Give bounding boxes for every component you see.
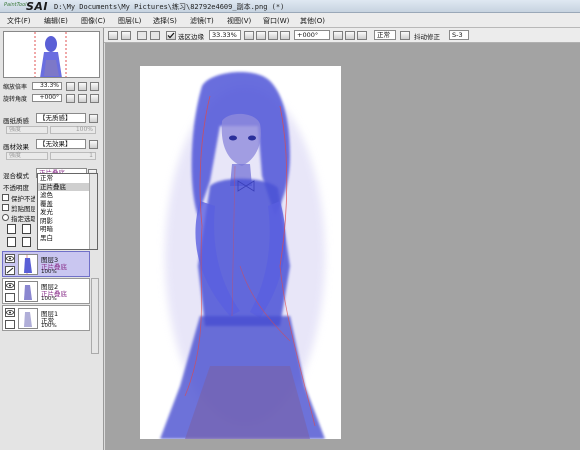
selection-source-label: 指定选取来源: [11, 215, 35, 223]
layer-opacity: 100%: [41, 323, 57, 329]
new-layer-icon[interactable]: [7, 224, 16, 234]
eye-icon[interactable]: [5, 281, 15, 290]
menu-view[interactable]: 视图(V): [227, 16, 251, 26]
effect-mode-value: 1: [50, 152, 96, 160]
menu-layer[interactable]: 图层(L): [118, 16, 141, 26]
zoom-label: 缩放倍率: [3, 84, 28, 91]
eye-icon[interactable]: [5, 254, 15, 263]
angle-label: 旋转角度: [3, 96, 28, 103]
clip-mask-checkbox[interactable]: [2, 204, 9, 211]
menu-edit[interactable]: 编辑(E): [44, 16, 68, 26]
protect-opacity-label: 保护不透明度: [11, 195, 35, 203]
layer-thumbnail: [18, 254, 38, 275]
zoom-box[interactable]: 33.33%: [209, 30, 241, 40]
window-title: D:\My Documents\My Pictures\练习\82792e460…: [54, 3, 285, 11]
rotate-right-icon[interactable]: [345, 31, 355, 40]
canvas-toolbar: 选区边缘 33.33% +000° 正常 抖动修正 S-3: [104, 28, 580, 43]
app-logo: PaintTool SAI: [2, 0, 50, 13]
deselect-icon[interactable]: [137, 31, 147, 40]
rotate-reset-button[interactable]: [90, 94, 99, 103]
layer-thumbnail: [18, 308, 38, 329]
protect-opacity-checkbox[interactable]: [2, 194, 9, 201]
brush-icon[interactable]: [5, 266, 15, 275]
zoom-minus-icon[interactable]: [244, 31, 254, 40]
workspace[interactable]: [105, 43, 580, 450]
angle-box[interactable]: +000°: [294, 30, 330, 40]
menu-other[interactable]: 其他(O): [300, 16, 325, 26]
layer-item[interactable]: 图层1 正常 100%: [2, 305, 90, 331]
brush-effect-strength[interactable]: 强度 1: [6, 151, 96, 160]
angle-field[interactable]: +000°: [32, 94, 62, 102]
rotate-left-button[interactable]: [66, 94, 75, 103]
brush-effect-dropdown[interactable]: [89, 140, 98, 149]
brush-effect-label: 画材效果: [3, 143, 29, 151]
blend-box[interactable]: 正常: [374, 30, 396, 40]
blend-mode-label: 混合模式: [3, 172, 29, 180]
zoom-out-button[interactable]: [66, 82, 75, 91]
layer-item[interactable]: 图层2 正片叠底 100%: [2, 278, 90, 304]
layer-scrollbar[interactable]: [91, 278, 99, 354]
eye-icon[interactable]: [5, 308, 15, 317]
paper-mode-value: 100%: [50, 126, 96, 134]
rotate-right-button[interactable]: [78, 94, 87, 103]
artwork: [160, 71, 325, 439]
effect-mode-label: 强度: [6, 152, 48, 160]
paper-texture-select[interactable]: 【无质感】: [36, 113, 86, 123]
zoom-field[interactable]: 33.3%: [32, 82, 62, 90]
invert-selection-icon[interactable]: [150, 31, 160, 40]
layer-opacity: 100%: [41, 296, 57, 302]
zoom-reset-icon[interactable]: [280, 31, 290, 40]
brush-effect-select[interactable]: 【无效果】: [36, 139, 86, 149]
blend-mode-list[interactable]: 正常 正片叠底 滤色 覆盖 发光 阴影 明暗 黑白: [37, 173, 98, 250]
rotate-reset-icon[interactable]: [357, 31, 367, 40]
canvas[interactable]: [140, 66, 341, 439]
menu-select[interactable]: 选择(S): [153, 16, 177, 26]
menu-image[interactable]: 图像(C): [81, 16, 105, 26]
zoom-in-button[interactable]: [78, 82, 87, 91]
menu-filter[interactable]: 滤镜(T): [190, 16, 214, 26]
paper-mode-label: 强度: [6, 126, 48, 134]
selection-edge-label: 选区边缘: [178, 33, 204, 41]
navigator-preview[interactable]: [3, 31, 100, 78]
paper-texture-label: 画纸质感: [3, 117, 29, 125]
layer-opacity: 100%: [41, 269, 57, 275]
rotate-left-icon[interactable]: [333, 31, 343, 40]
copy-layer-icon[interactable]: [7, 237, 16, 247]
undo-icon[interactable]: [108, 31, 118, 40]
menu-window[interactable]: 窗口(W): [263, 16, 289, 26]
stabilizer-box[interactable]: S-3: [449, 30, 469, 40]
layer-item[interactable]: 图层3 正片叠底 100%: [2, 251, 90, 277]
navigator-thumbnail: [34, 32, 67, 77]
new-folder-icon[interactable]: [22, 224, 31, 234]
redo-icon[interactable]: [121, 31, 131, 40]
selection-source-radio[interactable]: [2, 214, 9, 221]
opacity-label: 不透明度: [3, 184, 29, 192]
logo-small-text: PaintTool: [4, 2, 27, 8]
lock-checkbox[interactable]: [5, 320, 15, 329]
flip-icon[interactable]: [400, 31, 410, 40]
title-bar: PaintTool SAI D:\My Documents\My Picture…: [0, 0, 580, 13]
stabilizer-label: 抖动修正: [414, 33, 440, 41]
menu-bar: 文件(F) 编辑(E) 图像(C) 图层(L) 选择(S) 滤镜(T) 视图(V…: [0, 13, 580, 28]
blend-list-scrollbar[interactable]: [89, 174, 97, 249]
merge-layer-icon[interactable]: [22, 237, 31, 247]
zoom-reset-button[interactable]: [90, 82, 99, 91]
selection-edge-checkbox[interactable]: [166, 31, 176, 40]
logo-name: SAI: [26, 0, 49, 13]
layer-thumbnail: [18, 281, 38, 302]
zoom-fit-icon[interactable]: [268, 31, 278, 40]
menu-file[interactable]: 文件(F): [7, 16, 31, 26]
paper-texture-strength[interactable]: 强度 100%: [6, 125, 96, 134]
clip-mask-label: 剪贴图层蒙版: [11, 205, 35, 213]
zoom-plus-icon[interactable]: [256, 31, 266, 40]
lock-checkbox[interactable]: [5, 293, 15, 302]
paper-texture-dropdown[interactable]: [89, 114, 98, 123]
